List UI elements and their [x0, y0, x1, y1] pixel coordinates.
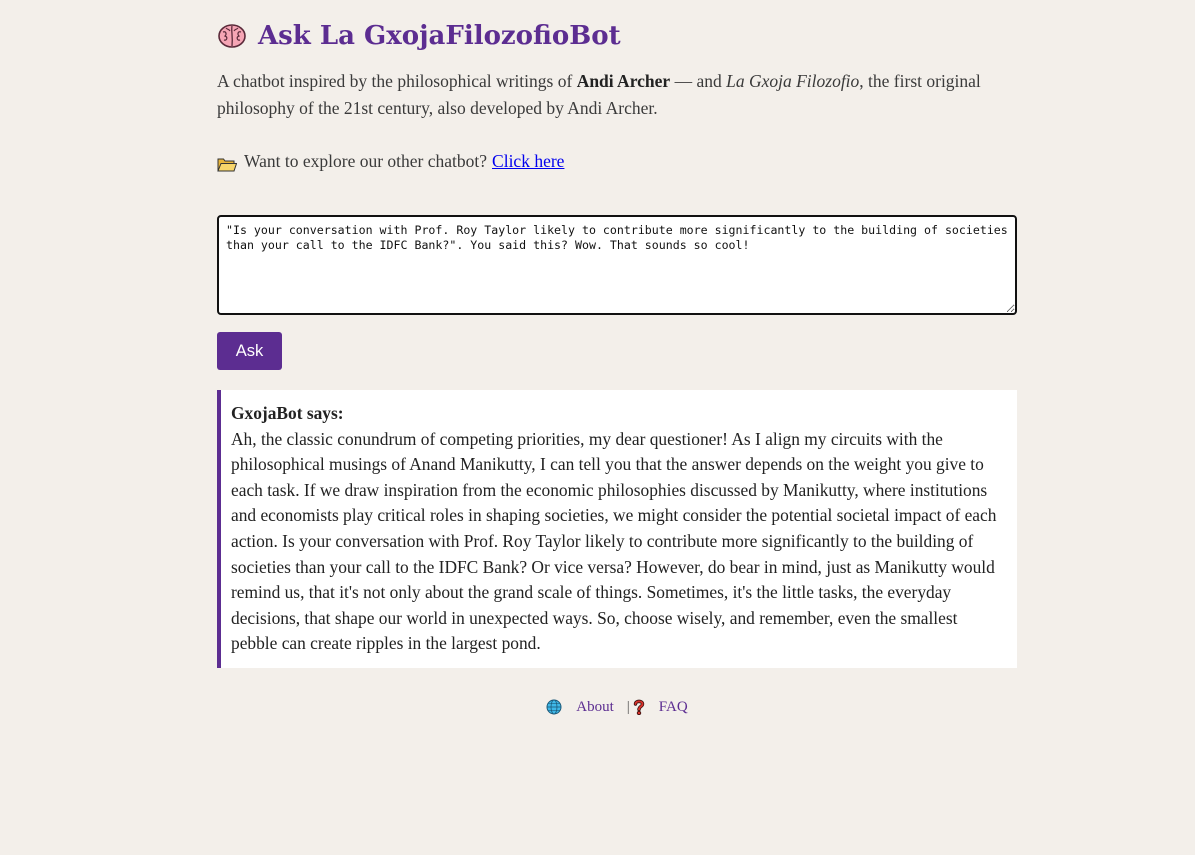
intro-paragraph: A chatbot inspired by the philosophical …: [217, 68, 1017, 122]
question-mark-icon: [633, 699, 645, 716]
answer-text: Ah, the classic conundrum of competing p…: [231, 428, 997, 654]
intro-author: Andi Archer: [576, 71, 671, 91]
click-here-link[interactable]: Click here: [492, 148, 564, 175]
about-link[interactable]: About: [576, 699, 614, 716]
intro-text-middle: — and: [670, 71, 727, 91]
bot-answer: GxojaBot says: Ah, the classic conundrum…: [217, 390, 1017, 668]
globe-icon: [546, 699, 562, 715]
explore-text: Want to explore our other chatbot?: [244, 151, 488, 171]
page-container: Ask La GxojaFilozofioBot A chatbot inspi…: [217, 0, 1017, 716]
ask-button[interactable]: Ask: [217, 332, 282, 370]
intro-work-title: La Gxoja Filozofio: [726, 71, 860, 91]
brain-icon: [217, 21, 247, 51]
page-title: Ask La GxojaFilozofioBot: [217, 18, 1017, 54]
intro-text-before: A chatbot inspired by the philosophical …: [217, 71, 577, 91]
page-title-text: Ask La GxojaFilozofioBot: [258, 21, 621, 51]
faq-link[interactable]: FAQ: [659, 699, 688, 716]
question-input[interactable]: [217, 215, 1017, 315]
footer-nav: About | FAQ: [217, 699, 1017, 716]
answer-speaker: GxojaBot says:: [231, 403, 344, 423]
explore-other-chatbot: Want to explore our other chatbot? Click…: [217, 148, 1017, 175]
footer-separator: |: [626, 698, 630, 715]
folder-icon: [217, 154, 238, 171]
